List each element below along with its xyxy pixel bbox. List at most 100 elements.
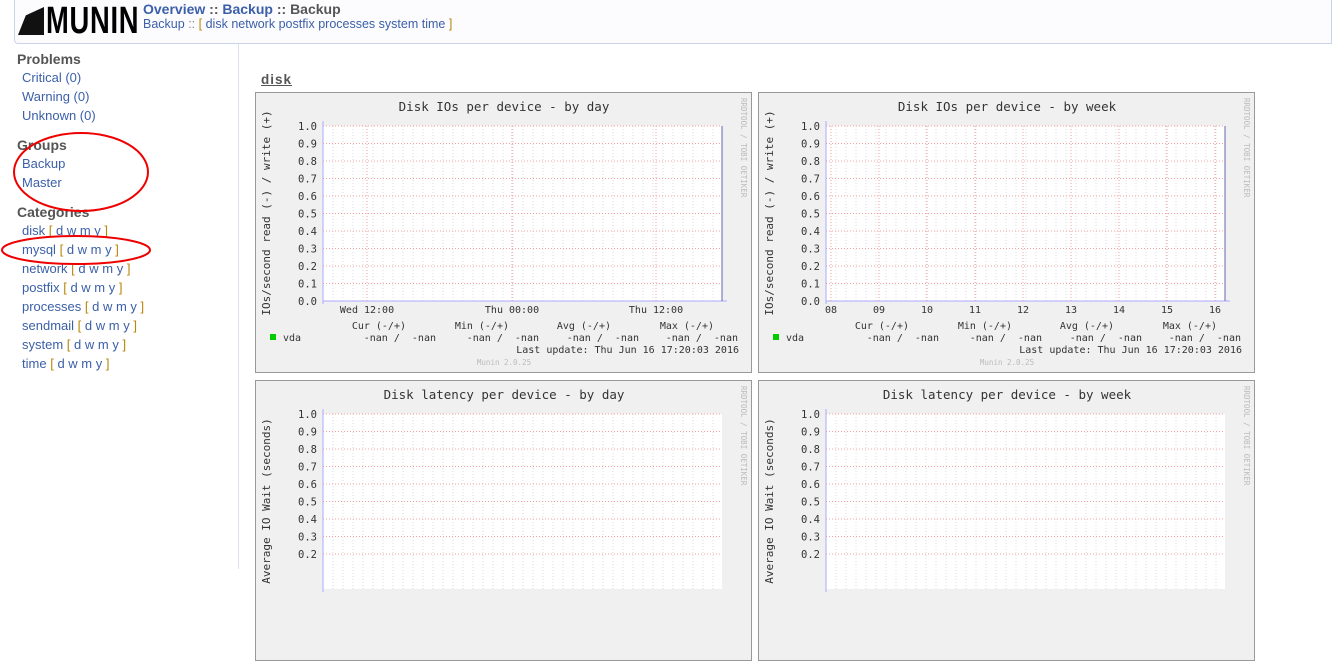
graph-3[interactable]: Disk latency per device - by week Average… xyxy=(758,380,1255,661)
legend-value: -nan / -nan xyxy=(364,333,436,344)
category-link[interactable]: time xyxy=(22,356,47,371)
category-link[interactable]: disk xyxy=(22,223,45,238)
last-update: Last update: Thu Jun 16 17:20:03 2016 xyxy=(1019,345,1242,356)
y-tick-label: 0.8 xyxy=(801,444,820,456)
legend-header: Avg (-/+) xyxy=(1060,321,1114,332)
problem-link-1[interactable]: Warning (0) xyxy=(22,89,89,104)
y-tick-label: 0.2 xyxy=(298,261,317,273)
y-tick-label: 0.7 xyxy=(801,462,820,474)
x-tick-label: 08 xyxy=(825,305,837,316)
y-tick-label: 0.8 xyxy=(298,156,317,168)
problem-link-2[interactable]: Unknown (0) xyxy=(22,108,96,123)
y-tick-label: 0.1 xyxy=(298,279,317,291)
period-links[interactable]: d w m y xyxy=(78,261,123,276)
legend-value: -nan / -nan xyxy=(1169,333,1241,344)
period-links[interactable]: d w m y xyxy=(92,299,137,314)
category-item-network: network [ d w m y ] xyxy=(22,261,131,276)
y-tick-label: 0.4 xyxy=(801,226,820,238)
legend-header: Max (-/+) xyxy=(1163,321,1217,332)
group-link-backup[interactable]: Backup xyxy=(22,156,65,171)
rrdtool-credit: RRDTOOL / TOBI OETIKER xyxy=(739,98,748,198)
categories-heading: Categories xyxy=(17,204,90,220)
category-link[interactable]: system xyxy=(22,337,63,352)
y-tick-label: 0.7 xyxy=(298,174,317,186)
x-tick-label: 09 xyxy=(873,305,885,316)
category-link-time[interactable]: time xyxy=(422,17,446,31)
legend-header: Min (-/+) xyxy=(455,321,509,332)
x-tick-label: 11 xyxy=(969,305,981,316)
y-tick-label: 0.9 xyxy=(298,427,317,439)
category-item-time: time [ d w m y ] xyxy=(22,356,110,371)
y-tick-label: 0.3 xyxy=(298,244,317,256)
graph-2[interactable]: Disk latency per device - by day Average … xyxy=(255,380,752,661)
period-links[interactable]: d w m y xyxy=(85,318,130,333)
legend-value: -nan / -nan xyxy=(970,333,1042,344)
graph-0[interactable]: Disk IOs per device - by day IOs/second r… xyxy=(255,92,752,373)
y-tick-label: 0.2 xyxy=(801,549,820,561)
y-tick-label: 0.4 xyxy=(298,226,317,238)
legend-header: Min (-/+) xyxy=(958,321,1012,332)
munin-logo-icon xyxy=(18,7,44,35)
legend-value: -nan / -nan xyxy=(666,333,738,344)
category-link[interactable]: postfix xyxy=(22,280,60,295)
y-axis-label: IOs/second read (-) / write (+) xyxy=(260,110,273,315)
category-link-processes[interactable]: processes xyxy=(318,17,375,31)
graph-title: Disk latency per device - by day xyxy=(384,387,625,402)
category-link-system[interactable]: system xyxy=(379,17,419,31)
breadcrumb-overview[interactable]: Overview xyxy=(143,1,205,17)
y-tick-label: 1.0 xyxy=(298,121,317,133)
period-links[interactable]: d w m y xyxy=(57,356,102,371)
category-link[interactable]: mysql xyxy=(22,242,56,257)
period-links[interactable]: d w m y xyxy=(70,280,115,295)
category-link[interactable]: sendmail xyxy=(22,318,74,333)
y-tick-label: 1.0 xyxy=(801,121,820,133)
legend-header: Cur (-/+) xyxy=(855,321,909,332)
category-link-postfix[interactable]: postfix xyxy=(279,17,315,31)
section-title-disk[interactable]: disk xyxy=(261,72,292,87)
category-link[interactable]: network xyxy=(22,261,68,276)
category-item-mysql: mysql [ d w m y ] xyxy=(22,242,119,257)
y-tick-label: 0.7 xyxy=(801,174,820,186)
y-tick-label: 0.1 xyxy=(801,279,820,291)
problem-link-0[interactable]: Critical (0) xyxy=(22,70,81,85)
rrdtool-credit: RRDTOOL / TOBI OETIKER xyxy=(1242,98,1251,198)
legend-header: Max (-/+) xyxy=(660,321,714,332)
x-tick-label: 12 xyxy=(1017,305,1029,316)
category-link-network[interactable]: network xyxy=(231,17,275,31)
period-links[interactable]: d w m y xyxy=(74,337,119,352)
groups-heading: Groups xyxy=(17,137,67,153)
category-item-system: system [ d w m y ] xyxy=(22,337,127,352)
breadcrumb-current: Backup xyxy=(290,1,341,17)
logo-text: MUNIN xyxy=(46,0,140,42)
legend-header: Avg (-/+) xyxy=(557,321,611,332)
y-tick-label: 0.0 xyxy=(298,296,317,308)
category-links: Backup :: [ disk network postfix process… xyxy=(143,17,453,31)
legend-value: -nan / -nan xyxy=(567,333,639,344)
rrdtool-credit: RRDTOOL / TOBI OETIKER xyxy=(739,386,748,486)
y-tick-label: 0.6 xyxy=(298,479,317,491)
x-tick-label: 15 xyxy=(1161,305,1173,316)
x-tick-label: 10 xyxy=(921,305,933,316)
x-tick-label: 14 xyxy=(1113,305,1125,316)
x-tick-label: Thu 00:00 xyxy=(485,305,539,316)
group-link-master[interactable]: Master xyxy=(22,175,62,190)
category-item-processes: processes [ d w m y ] xyxy=(22,299,145,314)
y-tick-label: 0.3 xyxy=(298,532,317,544)
category-link-disk[interactable]: disk xyxy=(206,17,228,31)
header: MUNIN Overview :: Backup :: Backup Backu… xyxy=(14,0,1332,44)
breadcrumb: Overview :: Backup :: Backup xyxy=(143,1,341,17)
legend-header: Cur (-/+) xyxy=(352,321,406,332)
period-links[interactable]: d w m y xyxy=(56,223,101,238)
y-tick-label: 0.5 xyxy=(801,209,820,221)
legend-value: -nan / -nan xyxy=(867,333,939,344)
sidebar: Problems Critical (0) Warning (0) Unknown (… xyxy=(0,44,239,569)
y-tick-label: 0.2 xyxy=(298,549,317,561)
graph-title: Disk IOs per device - by week xyxy=(898,99,1117,114)
period-links[interactable]: d w m y xyxy=(67,242,112,257)
y-tick-label: 0.0 xyxy=(801,296,820,308)
problems-heading: Problems xyxy=(17,51,81,67)
breadcrumb-backup-group[interactable]: Backup xyxy=(222,1,273,17)
graph-1[interactable]: Disk IOs per device - by week IOs/second … xyxy=(758,92,1255,373)
category-link[interactable]: processes xyxy=(22,299,81,314)
category-item-disk: disk [ d w m y ] xyxy=(22,223,109,238)
